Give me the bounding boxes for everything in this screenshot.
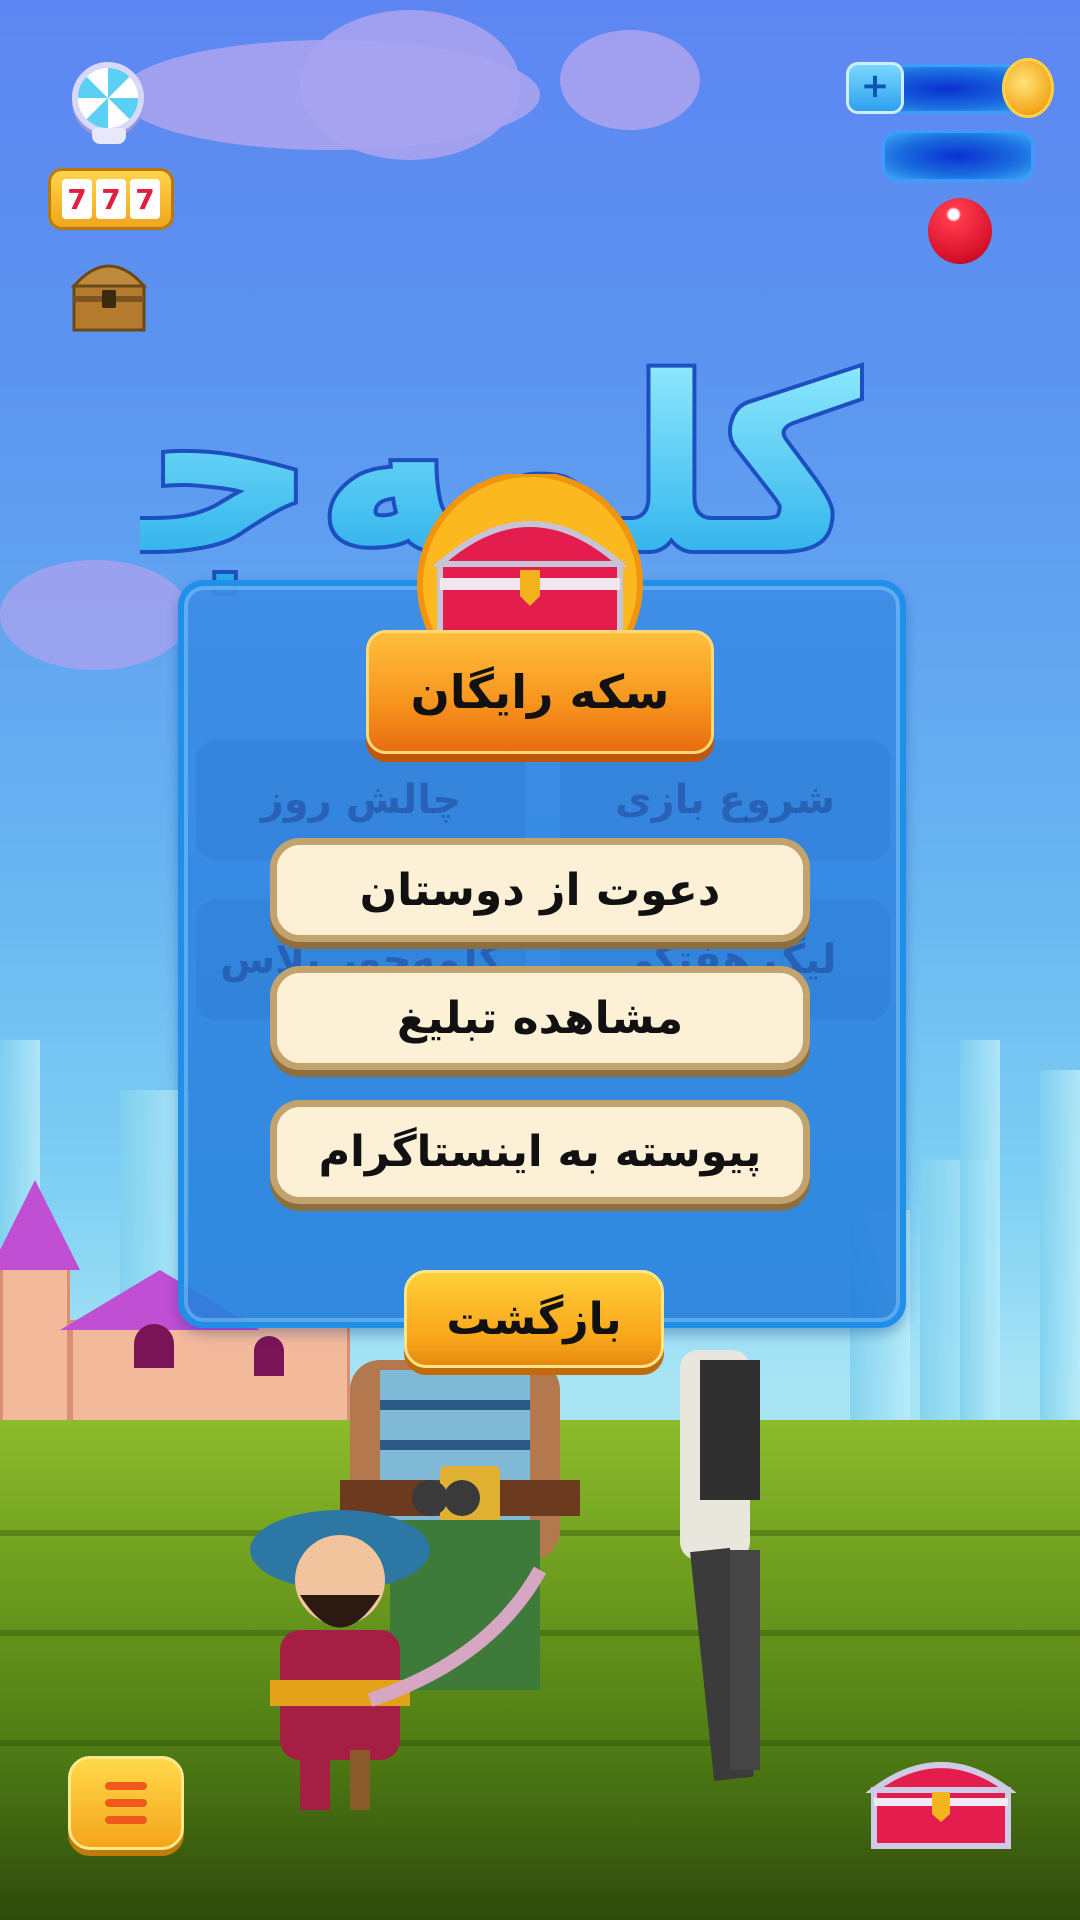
- castle-window: [134, 1324, 174, 1368]
- red-gem-icon[interactable]: [928, 198, 992, 264]
- invite-friends-button[interactable]: دعوت از دوستان: [270, 838, 810, 942]
- add-coins-button[interactable]: +: [846, 62, 904, 114]
- free-coins-title: سکه رایگان: [366, 630, 714, 754]
- plus-icon: +: [860, 66, 890, 106]
- back-button[interactable]: بازگشت: [404, 1270, 664, 1368]
- cloud: [560, 30, 700, 130]
- menu-icon[interactable]: [68, 1756, 184, 1850]
- coin-icon: [1002, 58, 1054, 118]
- join-instagram-button[interactable]: پیوسته به اینستاگرام: [270, 1100, 810, 1204]
- level-bar: [882, 130, 1034, 182]
- slot-digit: 7: [130, 179, 160, 219]
- city-tower: [1040, 1070, 1080, 1420]
- slot-machine-button[interactable]: 7 7 7: [48, 168, 174, 230]
- chest-icon: [417, 474, 643, 654]
- slot-digit: 7: [62, 179, 92, 219]
- cloud: [300, 10, 520, 160]
- slot-digit: 7: [96, 179, 126, 219]
- pirate-characters: [250, 1350, 760, 1810]
- city-tower: [960, 1040, 1000, 1420]
- castle-roof: [0, 1180, 80, 1270]
- lucky-wheel-icon[interactable]: [72, 62, 144, 134]
- lucky-wheel-stand: [92, 128, 126, 144]
- watch-ad-button[interactable]: مشاهده تبلیغ: [270, 966, 810, 1070]
- treasure-chest-button[interactable]: [866, 1750, 1016, 1850]
